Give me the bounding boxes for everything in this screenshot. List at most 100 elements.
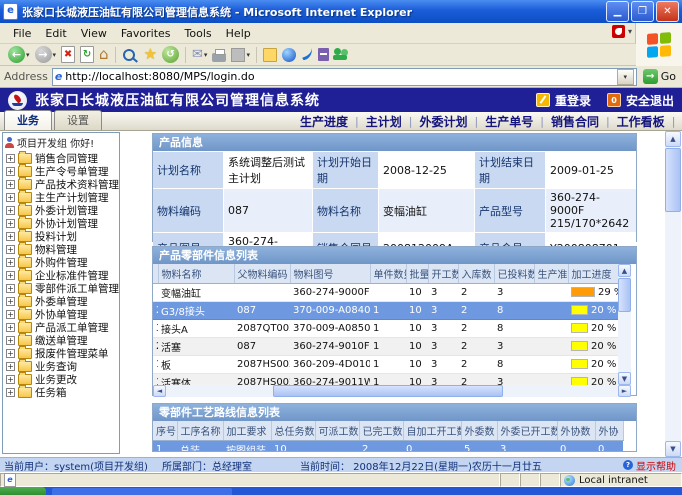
msn-button[interactable] [299,49,315,60]
column-header[interactable]: 外委数 [461,421,497,441]
print-button[interactable] [210,47,228,63]
column-header[interactable]: 工序名称 [177,421,223,441]
favorites-button[interactable]: ★ [142,46,159,63]
parts-row[interactable]: 变幅油缸360-274-9000F1032329 % [153,284,618,302]
column-header[interactable]: 外协 [595,421,623,441]
address-input[interactable]: e http://localhost:8080/MPS/login.do ▾ [52,68,637,86]
nav-item-4[interactable]: 生产单号 [485,113,533,130]
menu-item-favorites[interactable]: Favorites [114,25,178,42]
tab-1[interactable]: 业务 [4,110,52,130]
forward-button[interactable]: →▾ [33,45,59,64]
sidebar-item-19[interactable]: +任务箱 [3,386,119,399]
column-header[interactable]: 入库数 [458,264,494,284]
expand-plus-icon[interactable]: + [6,258,15,267]
content-vscrollbar[interactable]: ▲ ▼ [665,131,681,457]
edit-button[interactable]: ▾ [229,47,252,63]
menu-item-file[interactable]: File [6,25,38,42]
dropdown-arrow-icon[interactable]: ▾ [246,51,250,59]
tab-2[interactable]: 设置 [54,110,102,130]
expand-plus-icon[interactable]: + [6,167,15,176]
expand-plus-icon[interactable]: + [6,375,15,384]
column-header[interactable]: 加工进度 [568,264,618,284]
adobe-dropdown-icon[interactable]: ▾ [628,27,632,36]
parts-vscrollbar[interactable]: ▲ ▼ [618,264,631,385]
parts-vscroll-thumb[interactable] [618,278,631,312]
nav-item-3[interactable]: 外委计划 [419,113,467,130]
nav-item-1[interactable]: 生产进度 [300,113,348,130]
menu-item-tools[interactable]: Tools [178,25,219,42]
dropdown-arrow-icon[interactable]: ▾ [204,51,208,59]
expand-plus-icon[interactable]: + [6,323,15,332]
column-header[interactable]: 开工数 [428,264,458,284]
expand-plus-icon[interactable]: + [6,193,15,202]
nav-item-2[interactable]: 主计划 [366,113,402,130]
column-header[interactable]: 已投料数 [494,264,534,284]
expand-plus-icon[interactable]: + [6,219,15,228]
column-header[interactable]: 加工要求 [223,421,271,441]
expand-plus-icon[interactable]: + [6,206,15,215]
parts-row[interactable]: 2G3/8接头087370-009-A084011032820 % [153,302,618,320]
refresh-button[interactable]: ↻ [78,45,96,64]
messenger-button[interactable] [332,47,351,62]
stop-button[interactable]: ✖ [59,45,77,64]
parts-hscroll-thumb[interactable] [273,385,503,397]
column-header[interactable]: 外协数 [557,421,595,441]
content-vscroll-thumb[interactable] [665,148,681,212]
search-button[interactable] [120,46,141,64]
column-header[interactable]: 生产准备 [534,264,568,284]
expand-plus-icon[interactable]: + [6,388,15,397]
column-header[interactable]: 物料图号 [290,264,370,284]
column-header[interactable]: 外委已开工数 [497,421,557,441]
dropdown-arrow-icon[interactable]: ▾ [53,51,57,59]
expand-plus-icon[interactable]: + [6,284,15,293]
home-button[interactable]: ⌂ [97,46,111,63]
menu-item-edit[interactable]: Edit [38,25,73,42]
start-button[interactable] [0,487,46,495]
maximize-button[interactable]: ❐ [631,1,654,22]
column-header[interactable]: 可派工数 [315,421,359,441]
parts-row[interactable]: 3接头A2087QT002370-009-A085011032820 % [153,320,618,338]
close-button[interactable]: ✕ [656,1,679,22]
scroll-down-icon[interactable]: ▼ [618,372,631,385]
go-button[interactable]: → Go [641,69,678,84]
research-button[interactable] [316,47,331,62]
expand-plus-icon[interactable]: + [6,245,15,254]
history-button[interactable]: ↺ [160,45,181,64]
back-button[interactable]: ←▾ [6,45,32,64]
scroll-up-icon[interactable]: ▲ [665,131,681,147]
column-header[interactable]: 单件数量 [370,264,406,284]
scroll-left-icon[interactable]: ◄ [153,385,166,397]
expand-plus-icon[interactable]: + [6,310,15,319]
column-header[interactable]: 父物料编码 [234,264,290,284]
nav-item-6[interactable]: 工作看板 [617,113,665,130]
parts-row[interactable]: 2活塞087360-274-9010F11032320 % [153,338,618,356]
nav-item-5[interactable]: 销售合同 [551,113,599,130]
taskbar-button[interactable] [52,488,232,495]
parts-hscrollbar[interactable]: ◄ ► [153,385,631,397]
parts-row[interactable]: 1活塞体2087HS002360-274-9011W11032320 % [153,374,618,386]
address-dropdown-icon[interactable]: ▾ [617,69,634,85]
expand-plus-icon[interactable]: + [6,271,15,280]
logout-button[interactable]: 0 安全退出 [607,92,674,109]
adobe-pdf-icon[interactable] [612,25,625,38]
expand-plus-icon[interactable]: + [6,232,15,241]
expand-plus-icon[interactable]: + [6,297,15,306]
column-header[interactable]: 总任务数 [271,421,315,441]
expand-plus-icon[interactable]: + [6,154,15,163]
parts-row[interactable]: 1板2087HS002360-209-4D01011032820 % [153,356,618,374]
scroll-right-icon[interactable]: ► [618,385,631,397]
scroll-up-icon[interactable]: ▲ [618,264,631,277]
column-header[interactable]: 已完工数 [359,421,403,441]
column-header[interactable]: 物料名称 [158,264,234,284]
minimize-button[interactable]: ▁ [606,1,629,22]
column-header[interactable]: 批量 [406,264,428,284]
expand-plus-icon[interactable]: + [6,362,15,371]
expand-plus-icon[interactable]: + [6,349,15,358]
expand-plus-icon[interactable]: + [6,336,15,345]
browser-button[interactable] [280,47,298,63]
menu-item-view[interactable]: View [74,25,114,42]
column-header[interactable]: 自加工开工数 [403,421,461,441]
menu-item-help[interactable]: Help [219,25,258,42]
route-row[interactable]: 1总装按图组装10205300 [153,441,623,452]
column-header[interactable]: 序号 [153,421,177,441]
